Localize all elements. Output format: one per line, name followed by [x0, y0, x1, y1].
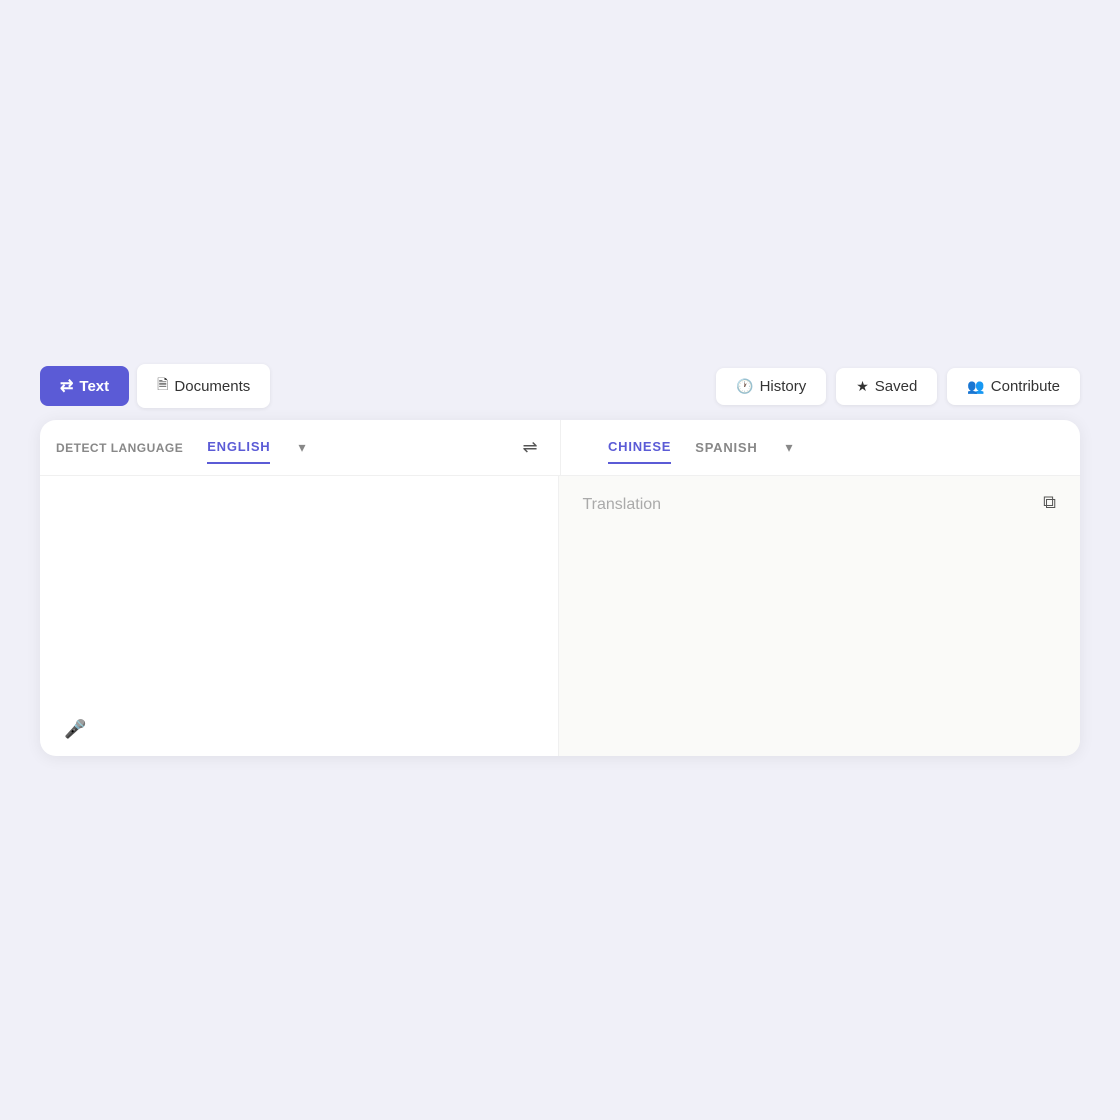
nav-right: 🕐 History ★ Saved 👥 Contribute [716, 368, 1080, 405]
documents-tab-button[interactable]: 🗎 Documents [137, 364, 270, 408]
people-icon: 👥 [967, 378, 984, 395]
history-label: History [760, 378, 807, 395]
history-icon: 🕐 [736, 378, 753, 395]
text-tab-button[interactable]: ⇄ Text [40, 366, 129, 406]
documents-tab-label: Documents [174, 378, 250, 395]
copy-icon[interactable]: ⧉ [1043, 492, 1056, 513]
translation-panels: 🎤 ⧉ Translation [40, 476, 1080, 756]
top-nav: ⇄ Text 🗎 Documents 🕐 History ★ Saved 👥 C… [40, 364, 1080, 408]
microphone-icon[interactable]: 🎤 [64, 719, 86, 740]
app-container: ⇄ Text 🗎 Documents 🕐 History ★ Saved 👥 C… [40, 364, 1080, 756]
history-button[interactable]: 🕐 History [716, 368, 826, 405]
chevron-down-icon: ▾ [298, 439, 305, 456]
english-lang-tab[interactable]: ENGLISH [207, 431, 270, 464]
text-tab-label: Text [79, 378, 109, 395]
saved-label: Saved [875, 378, 918, 395]
source-lang-dropdown[interactable]: ▾ [294, 435, 309, 460]
translation-output: Translation [583, 492, 1057, 518]
lang-bar-divider [560, 420, 561, 476]
chinese-lang-tab[interactable]: CHINESE [608, 431, 671, 464]
source-lang-bar: DETECT LANGUAGE ENGLISH ▾ [56, 431, 512, 464]
chevron-down-icon-right: ▾ [786, 439, 793, 456]
source-panel-icons: 🎤 [64, 719, 538, 740]
star-icon: ★ [856, 378, 869, 395]
target-lang-dropdown[interactable]: ▾ [782, 435, 797, 460]
swap-languages-button[interactable]: ⇌ [512, 430, 548, 466]
document-icon: 🗎 [157, 374, 168, 398]
translate-icon: ⇄ [60, 376, 73, 396]
target-panel: ⧉ Translation [559, 476, 1081, 756]
source-text-input[interactable] [64, 492, 538, 711]
language-bar: DETECT LANGUAGE ENGLISH ▾ ⇌ CHINESE SPAN… [40, 420, 1080, 476]
detect-language-option[interactable]: DETECT LANGUAGE [56, 433, 183, 463]
swap-icon: ⇌ [522, 437, 537, 458]
saved-button[interactable]: ★ Saved [836, 368, 937, 405]
translation-card: DETECT LANGUAGE ENGLISH ▾ ⇌ CHINESE SPAN… [40, 420, 1080, 756]
contribute-label: Contribute [991, 378, 1060, 395]
contribute-button[interactable]: 👥 Contribute [947, 368, 1080, 405]
nav-left: ⇄ Text 🗎 Documents [40, 364, 270, 408]
spanish-lang-tab[interactable]: SPANISH [695, 432, 757, 463]
source-panel: 🎤 [40, 476, 559, 756]
target-lang-bar: CHINESE SPANISH ▾ [548, 431, 1064, 464]
